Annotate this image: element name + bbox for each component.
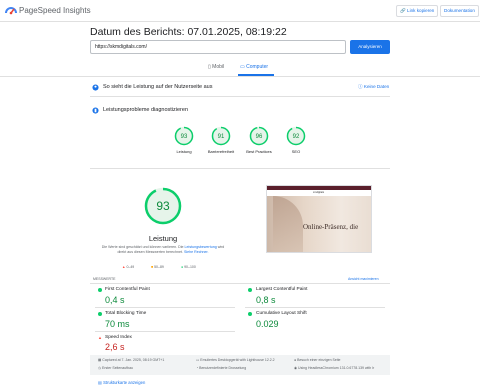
legend-good-label: 90–100	[184, 265, 196, 269]
score-link[interactable]: Leistungsbewertung	[185, 245, 217, 249]
chrome-icon: ◉	[294, 366, 298, 370]
note-text: Die Werte sind geschätzt und können vari…	[101, 245, 184, 249]
metrics-divider	[90, 283, 390, 284]
expand-view-link[interactable]: Ansicht maximieren	[348, 277, 379, 281]
analyze-button[interactable]: Analysieren	[350, 40, 390, 54]
treemap-icon: ▤	[98, 380, 102, 385]
metric-divider	[95, 331, 235, 332]
info-browser: ◉ Using HeadlessChromium 131.0.6778.139 …	[294, 366, 374, 370]
good-indicator-icon	[248, 312, 252, 316]
metric-name: Cumulative Layout Shift	[256, 311, 307, 316]
field-data-heading: So sieht die Leistung auf der Nutzerseit…	[103, 84, 213, 90]
gauge-ring: 92	[286, 126, 306, 146]
metric-value: 2,6 s	[105, 342, 125, 352]
gauge-value: 93	[181, 134, 188, 140]
good-indicator-icon	[98, 312, 102, 316]
metrics-heading: MESSWERTE	[93, 277, 116, 281]
link-icon: 🔗	[400, 8, 406, 13]
tab-desktop[interactable]: ▭ Computer	[240, 64, 268, 70]
performance-label: Leistung	[148, 234, 178, 243]
user-icon: ●	[294, 358, 297, 362]
page-screenshot: smdigitals Online-Präsenz, die	[266, 185, 372, 253]
copy-link-button[interactable]: 🔗 Link kopieren	[396, 5, 439, 17]
no-data-label: Keine Daten	[363, 84, 390, 89]
metric-divider	[245, 307, 385, 308]
report-date-title: Datum des Berichts: 07.01.2025, 08:19:22	[90, 26, 287, 38]
info-text: Benutzerdefinierte Drosselung	[199, 366, 247, 370]
app-name: PageSpeed Insights	[19, 6, 91, 15]
metric-name: Total Blocking Time	[105, 311, 147, 316]
gauge-value: 91	[218, 134, 225, 140]
tab-desktop-label: Computer	[246, 64, 269, 70]
performance-note: Die Werte sind geschätzt und können vari…	[98, 245, 228, 255]
tab-mobile-label: Mobil	[212, 64, 225, 70]
wifi-icon: ◔	[196, 366, 199, 370]
good-indicator-icon	[248, 288, 252, 292]
gauge-ring: 93	[174, 126, 194, 146]
metric-value: 70 ms	[105, 319, 130, 329]
info-visit: ● Besuch einer einzigen Seite	[294, 358, 341, 362]
docs-button[interactable]: Dokumentation	[440, 5, 479, 17]
gauge-value: 92	[293, 134, 300, 140]
legend-average: ■ 50–89	[151, 265, 164, 269]
url-input[interactable]: https://skmdigitals.com/	[90, 40, 346, 54]
info-text: Emuliertes Desktopgerät with Lighthouse …	[200, 358, 275, 362]
info-icon: ⓘ	[358, 84, 363, 89]
performance-gauge-large: 93	[144, 187, 182, 225]
info-device: ▭ Emuliertes Desktopgerät with Lighthous…	[196, 358, 275, 362]
tab-mobile[interactable]: ▯ Mobil	[208, 64, 224, 70]
gauge-label: Barrierefreiheit	[207, 149, 235, 154]
gauge-ring: 96	[249, 126, 269, 146]
calculator-link[interactable]: Siehe Rechner.	[184, 250, 209, 254]
performance-score: 93	[156, 199, 170, 213]
users-icon	[92, 84, 99, 91]
screenshot-headline: Online-Präsenz, die	[303, 223, 359, 231]
diagnose-heading: Leistungsprobleme diagnostizieren	[103, 107, 188, 113]
gauge-ring: 91	[211, 126, 231, 146]
docs-label: Dokumentation	[444, 8, 475, 13]
calendar-icon: ▦	[98, 358, 102, 362]
legend-poor-label: 0–49	[126, 265, 135, 269]
lab-icon	[92, 107, 99, 114]
info-text: Captured at 7. Jan. 2025, 08:19 GMT+1	[102, 358, 165, 362]
phone-icon: ▯	[208, 64, 211, 70]
timer-icon: ◷	[98, 366, 102, 370]
treemap-label: Strukturkarte anzeigen	[103, 380, 146, 385]
tabs-divider	[0, 76, 480, 77]
copy-link-label: Link kopieren	[407, 8, 435, 13]
treemap-button[interactable]: ▤ Strukturkarte anzeigen	[98, 380, 145, 385]
info-text: Besuch einer einzigen Seite	[297, 358, 341, 362]
no-data-link[interactable]: ⓘ Keine Daten	[358, 84, 389, 90]
metric-name: First Contentful Paint	[105, 287, 150, 292]
gauge-label: Leistung	[176, 149, 192, 154]
metric-name: Speed Index	[105, 335, 132, 340]
gauge-value: 96	[256, 134, 263, 140]
metric-value: 0.029	[256, 319, 279, 329]
pagespeed-logo-icon	[5, 7, 17, 15]
monitor-icon: ▭	[196, 358, 200, 362]
legend-poor: ▲ 0–49	[122, 265, 135, 269]
metric-value: 0,4 s	[105, 295, 125, 305]
info-captured: ▦ Captured at 7. Jan. 2025, 08:19 GMT+1	[98, 358, 164, 362]
poor-indicator-icon: ▲	[98, 335, 102, 340]
info-load: ◷ Erster Seitenaufbau	[98, 366, 133, 370]
top-bar: PageSpeed Insights 🔗 Link kopieren Dokum…	[0, 0, 480, 22]
gauge-label: Best Practices	[246, 149, 272, 154]
info-text: Using HeadlessChromium 131.0.6778.139 wi…	[298, 366, 375, 370]
info-throttling: ◔ Benutzerdefinierte Drosselung	[196, 366, 246, 370]
legend-good: ● 90–100	[181, 265, 196, 269]
good-indicator-icon	[98, 288, 102, 292]
gauge-label: SEO	[291, 149, 301, 154]
metric-divider	[95, 307, 235, 308]
screenshot-logo: smdigitals	[313, 191, 325, 194]
section-divider	[90, 96, 390, 97]
metric-name: Largest Contentful Paint	[256, 287, 308, 292]
info-text: Erster Seitenaufbau	[102, 366, 133, 370]
legend-average-label: 50–89	[154, 265, 164, 269]
monitor-icon: ▭	[240, 64, 245, 70]
metric-value: 0,8 s	[256, 295, 276, 305]
